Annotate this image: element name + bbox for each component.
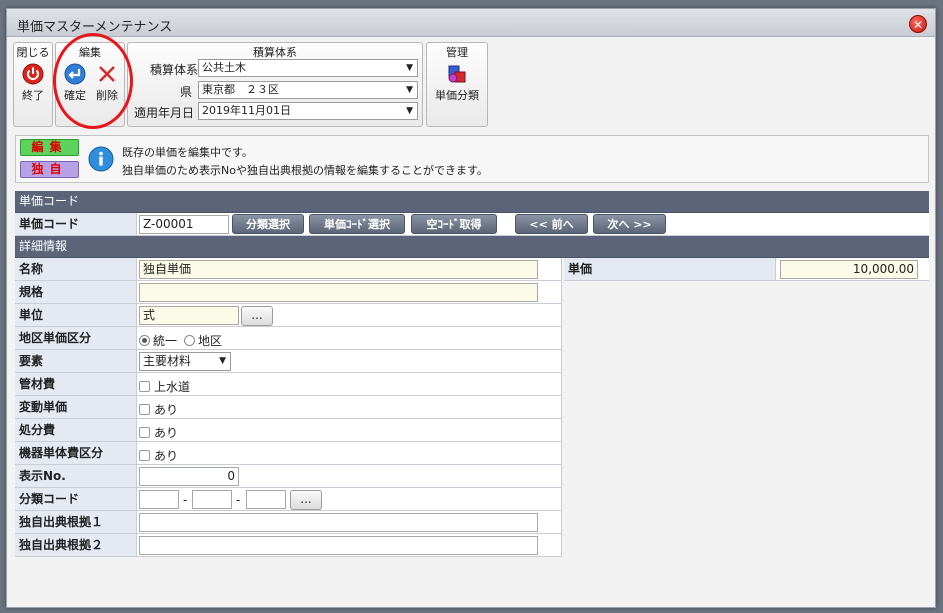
source1-label: 独自出典根拠１ xyxy=(15,511,137,534)
category-select-button[interactable]: 分類選択 xyxy=(232,214,304,234)
manage-group-title: 管理 xyxy=(446,46,468,59)
code-section-header: 単価コード xyxy=(15,191,929,213)
pipe-checkbox[interactable]: 上水道 xyxy=(139,378,190,395)
pipe-label: 管材費 xyxy=(15,373,137,396)
chevron-down-icon: ▼ xyxy=(406,63,413,73)
master-window: 単価マスターメンテナンス ✕ 閉じる 終了 編集 確定 削除 積算体系 積算体系… xyxy=(6,8,936,608)
own-status-badge: 独自 xyxy=(20,161,79,178)
checkbox-icon xyxy=(139,427,150,438)
unit-input[interactable]: 式 xyxy=(139,306,239,325)
info-icon xyxy=(88,146,114,172)
date-select-value: 2019年11月01日 xyxy=(202,104,291,117)
date-label: 適用年月日 xyxy=(133,106,194,120)
variable-label: 変動単価 xyxy=(15,396,137,419)
class-code-input-1[interactable] xyxy=(139,490,179,509)
title-bar: 単価マスターメンテナンス ✕ xyxy=(7,9,935,37)
element-label: 要素 xyxy=(15,350,137,373)
class-code-label: 分類コード xyxy=(15,488,137,511)
region-radio-district[interactable]: 地区 xyxy=(184,332,222,349)
exit-button[interactable]: 終了 xyxy=(17,63,49,103)
info-line-1: 既存の単価を編集中です。 xyxy=(122,146,253,159)
equip-label: 機器単体費区分 xyxy=(15,442,137,465)
pipe-cell xyxy=(137,373,562,396)
spec-label: 規格 xyxy=(15,281,137,304)
chevron-down-icon: ▼ xyxy=(406,85,413,95)
prev-button[interactable]: << 前へ xyxy=(515,214,588,234)
system-select[interactable]: 公共土木 ▼ xyxy=(198,59,418,77)
variable-checkbox[interactable]: あり xyxy=(139,401,178,418)
pref-select-value: 東京都 ２３区 xyxy=(202,83,279,96)
exit-label: 終了 xyxy=(22,89,44,102)
spec-input[interactable] xyxy=(139,283,538,302)
system-group-title: 積算体系 xyxy=(253,46,297,59)
code-label: 単価コード xyxy=(15,213,137,236)
price-input[interactable]: 10,000.00 xyxy=(780,260,918,279)
disposal-checkbox[interactable]: あり xyxy=(139,424,178,441)
source1-input[interactable] xyxy=(139,513,538,532)
checkbox-icon xyxy=(139,450,150,461)
class-code-sep-1: - xyxy=(183,493,188,507)
class-code-sep-2: - xyxy=(236,493,241,507)
category-cubes-icon xyxy=(448,65,466,83)
disposal-cell xyxy=(137,419,562,442)
code-select-button[interactable]: 単価ｺｰﾄﾞ選択 xyxy=(309,214,405,234)
system-label: 積算体系 xyxy=(149,63,198,77)
radio-icon xyxy=(139,335,150,346)
region-radio-unified[interactable]: 統一 xyxy=(139,332,177,349)
variable-opt-label: あり xyxy=(154,403,179,417)
variable-cell xyxy=(137,396,562,419)
unit-label: 単位 xyxy=(15,304,137,327)
disposal-opt-label: あり xyxy=(154,426,179,440)
display-no-input[interactable]: 0 xyxy=(139,467,239,486)
category-button[interactable]: 単価分類 xyxy=(429,63,485,103)
info-line-2: 独自単価のため表示Noや独自出典根拠の情報を編集することができます。 xyxy=(122,164,488,177)
unit-browse-button[interactable]: ... xyxy=(241,306,273,326)
region-label: 地区単価区分 xyxy=(15,327,137,350)
element-select[interactable]: 主要材料 ▼ xyxy=(139,352,231,371)
chevron-down-icon: ▼ xyxy=(406,106,413,116)
price-label: 単価 xyxy=(564,258,776,281)
equip-checkbox[interactable]: あり xyxy=(139,447,178,464)
pref-label: 県 xyxy=(179,85,192,99)
class-code-input-3[interactable] xyxy=(246,490,286,509)
pipe-opt-label: 上水道 xyxy=(154,380,191,394)
element-select-value: 主要材料 xyxy=(143,354,192,368)
name-input[interactable]: 独自単価 xyxy=(139,260,538,279)
manage-group: 管理 単価分類 xyxy=(426,42,488,127)
close-group: 閉じる 終了 xyxy=(13,42,53,127)
radio-icon xyxy=(184,335,195,346)
name-label: 名称 xyxy=(15,258,137,281)
next-button[interactable]: 次へ >> xyxy=(593,214,666,234)
equip-cell xyxy=(137,442,562,465)
equip-opt-label: あり xyxy=(154,449,179,463)
system-select-value: 公共土木 xyxy=(202,61,246,74)
category-label: 単価分類 xyxy=(435,89,479,102)
class-code-browse-button[interactable]: ... xyxy=(290,490,322,510)
disposal-label: 処分費 xyxy=(15,419,137,442)
code-input[interactable]: Z-00001 xyxy=(139,215,229,234)
checkbox-icon xyxy=(139,404,150,415)
chevron-down-icon: ▼ xyxy=(219,356,226,366)
source2-input[interactable] xyxy=(139,536,538,555)
empty-code-button[interactable]: 空ｺｰﾄﾞ取得 xyxy=(411,214,497,234)
highlight-circle xyxy=(53,33,133,129)
detail-section-header: 詳細情報 xyxy=(15,236,929,258)
system-group: 積算体系 積算体系 公共土木 ▼ 県 東京都 ２３区 ▼ 適用年月日 2019年… xyxy=(127,42,423,127)
pref-select[interactable]: 東京都 ２３区 ▼ xyxy=(198,81,418,99)
edit-status-badge: 編集 xyxy=(20,139,79,156)
source2-label: 独自出典根拠２ xyxy=(15,534,137,557)
status-info-panel: 編集 独自 既存の単価を編集中です。 独自単価のため表示Noや独自出典根拠の情報… xyxy=(15,135,929,183)
close-icon[interactable]: ✕ xyxy=(909,15,927,33)
class-code-input-2[interactable] xyxy=(192,490,232,509)
region-opt2-label: 地区 xyxy=(198,334,223,348)
checkbox-icon xyxy=(139,381,150,392)
display-no-label: 表示No. xyxy=(15,465,137,488)
close-group-title: 閉じる xyxy=(16,46,50,59)
region-opt1-label: 統一 xyxy=(153,334,178,348)
date-select[interactable]: 2019年11月01日 ▼ xyxy=(198,102,418,120)
power-icon xyxy=(22,63,44,85)
